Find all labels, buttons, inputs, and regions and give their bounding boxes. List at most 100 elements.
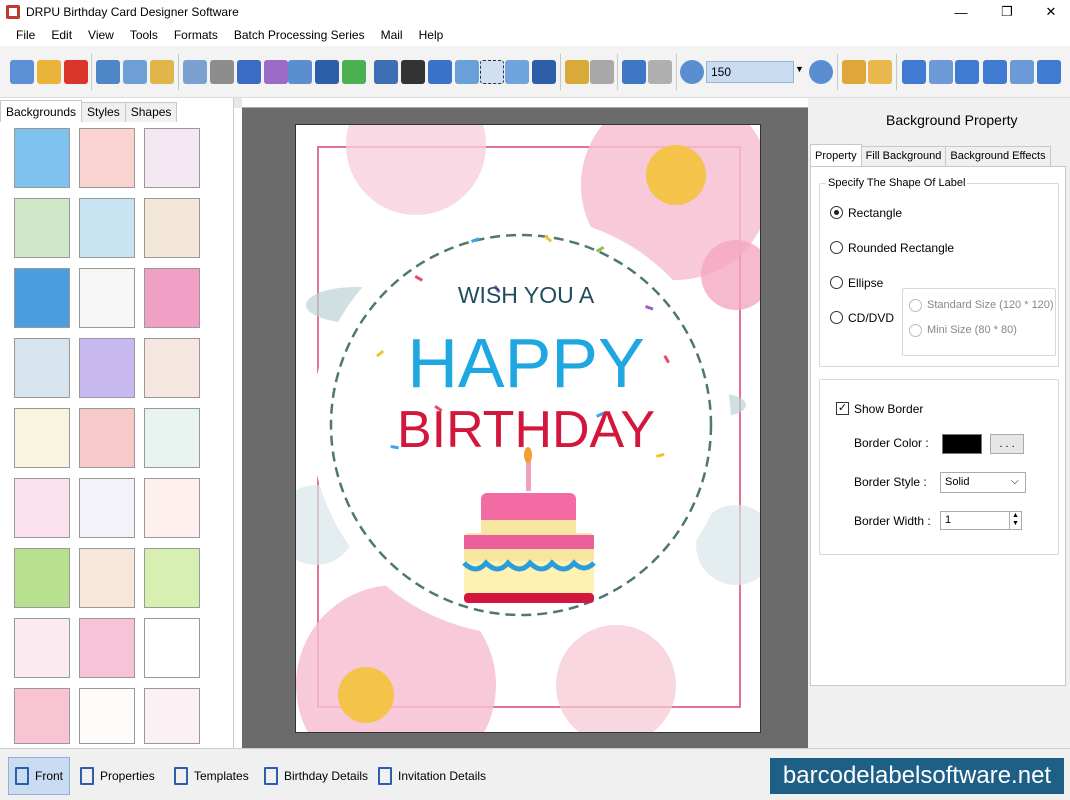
background-thumbnail[interactable]	[14, 338, 70, 398]
radio-cd-dvd[interactable]	[830, 311, 843, 324]
background-thumbnail[interactable]	[14, 128, 70, 188]
database-icon[interactable]	[565, 60, 589, 84]
radio-rectangle[interactable]	[830, 206, 843, 219]
tab-background-effects[interactable]: Background Effects	[945, 146, 1051, 166]
background-thumbnail[interactable]	[79, 618, 135, 678]
background-thumbnail[interactable]	[14, 688, 70, 744]
zoom-in-icon[interactable]	[680, 60, 704, 84]
database-gray-icon[interactable]	[590, 60, 614, 84]
open-icon[interactable]	[37, 60, 61, 84]
background-thumbnail[interactable]	[79, 198, 135, 258]
menu-tools[interactable]: Tools	[122, 28, 166, 42]
radio-standard-size[interactable]	[909, 299, 922, 312]
text-icon[interactable]	[428, 60, 452, 84]
background-thumbnail[interactable]	[144, 338, 200, 398]
background-thumbnail[interactable]	[144, 618, 200, 678]
background-thumbnail[interactable]	[144, 548, 200, 608]
background-thumbnail[interactable]	[14, 478, 70, 538]
menu-mail[interactable]: Mail	[373, 28, 411, 42]
arrow-up-icon[interactable]	[983, 60, 1007, 84]
barcode-icon[interactable]	[401, 60, 425, 84]
background-thumbnail[interactable]	[79, 408, 135, 468]
background-thumbnail[interactable]	[79, 128, 135, 188]
chevron-down-icon[interactable]: ▼	[795, 64, 804, 74]
tab-properties[interactable]: Properties	[80, 757, 155, 795]
radio-rounded-rectangle[interactable]	[830, 241, 843, 254]
border-color-button[interactable]: . . .	[990, 434, 1024, 454]
background-thumbnail[interactable]	[14, 618, 70, 678]
image-icon[interactable]	[288, 60, 312, 84]
properties-icon[interactable]	[183, 60, 207, 84]
close-button[interactable]: ✕	[1028, 0, 1070, 24]
background-thumbnail[interactable]	[14, 548, 70, 608]
background-thumbnail[interactable]	[79, 338, 135, 398]
minimize-button[interactable]: —	[938, 0, 984, 24]
background-thumbnail[interactable]	[144, 408, 200, 468]
menu-batch-processing[interactable]: Batch Processing Series	[226, 28, 373, 42]
background-thumbnail[interactable]	[14, 408, 70, 468]
redo-icon[interactable]	[648, 60, 672, 84]
border-style-dropdown[interactable]: Solid ⌵	[940, 472, 1026, 493]
background-thumbnail[interactable]	[144, 478, 200, 538]
signature-icon[interactable]	[480, 60, 504, 84]
background-thumbnail[interactable]	[14, 268, 70, 328]
menu-file[interactable]: File	[8, 28, 43, 42]
radio-mini-size[interactable]	[909, 324, 922, 337]
zoom-combobox[interactable]: 150	[706, 61, 794, 83]
picture-icon[interactable]	[342, 60, 366, 84]
tab-backgrounds[interactable]: Backgrounds	[0, 100, 83, 122]
unlock-icon[interactable]	[868, 60, 892, 84]
birthday-card[interactable]: WISH YOU A HAPPY BIRTHDAY	[295, 124, 761, 733]
copy-icon[interactable]	[237, 60, 261, 84]
border-width-spinner[interactable]: 1 ▲ ▼	[940, 511, 1022, 530]
background-thumbnail[interactable]	[79, 478, 135, 538]
background-thumbnail[interactable]	[79, 268, 135, 328]
undo-icon[interactable]	[622, 60, 646, 84]
background-thumbnail[interactable]	[14, 198, 70, 258]
show-border-checkbox[interactable]: ✓	[836, 402, 849, 415]
menu-view[interactable]: View	[80, 28, 122, 42]
border-color-swatch[interactable]	[942, 434, 982, 454]
tab-front[interactable]: Front	[8, 757, 70, 795]
menu-edit[interactable]: Edit	[43, 28, 80, 42]
arrow-right-icon[interactable]	[955, 60, 979, 84]
background-thumbnail[interactable]	[144, 128, 200, 188]
menu-help[interactable]: Help	[411, 28, 452, 42]
tab-templates[interactable]: Templates	[174, 757, 249, 795]
save-icon[interactable]	[96, 60, 120, 84]
tab-shapes[interactable]: Shapes	[124, 102, 178, 122]
tab-fill-background[interactable]: Fill Background	[860, 146, 947, 166]
spinner-arrows-icon[interactable]: ▲ ▼	[1009, 512, 1021, 529]
tab-property[interactable]: Property	[810, 144, 862, 166]
export-icon[interactable]	[150, 60, 174, 84]
background-thumbnail[interactable]	[144, 268, 200, 328]
new-icon[interactable]	[10, 60, 34, 84]
watermark-icon[interactable]	[374, 60, 398, 84]
close-doc-icon[interactable]	[64, 60, 88, 84]
flip-horizontal-icon[interactable]	[929, 60, 953, 84]
greeting-line-2[interactable]: HAPPY	[407, 324, 644, 402]
pen-icon[interactable]	[315, 60, 339, 84]
mail-icon[interactable]	[505, 60, 529, 84]
save-as-icon[interactable]	[123, 60, 147, 84]
background-thumbnail[interactable]	[79, 548, 135, 608]
word-art-icon[interactable]	[455, 60, 479, 84]
tab-styles[interactable]: Styles	[81, 102, 126, 122]
background-thumbnail[interactable]	[79, 688, 135, 744]
tab-birthday-details[interactable]: Birthday Details	[264, 757, 368, 795]
print-icon[interactable]	[210, 60, 234, 84]
zoom-out-icon[interactable]	[809, 60, 833, 84]
lock-icon[interactable]	[842, 60, 866, 84]
arrow-down-icon[interactable]	[1037, 60, 1061, 84]
greeting-line-1[interactable]: WISH YOU A	[458, 282, 595, 308]
tab-invitation-details[interactable]: Invitation Details	[378, 757, 486, 795]
background-thumbnail[interactable]	[144, 198, 200, 258]
radio-ellipse[interactable]	[830, 276, 843, 289]
flip-vertical-icon[interactable]	[1010, 60, 1034, 84]
background-thumbnail[interactable]	[144, 688, 200, 744]
gift-icon[interactable]	[264, 60, 288, 84]
menu-formats[interactable]: Formats	[166, 28, 226, 42]
maximize-button[interactable]: ❐	[984, 0, 1030, 24]
arrow-left-icon[interactable]	[902, 60, 926, 84]
line-icon[interactable]	[532, 60, 556, 84]
